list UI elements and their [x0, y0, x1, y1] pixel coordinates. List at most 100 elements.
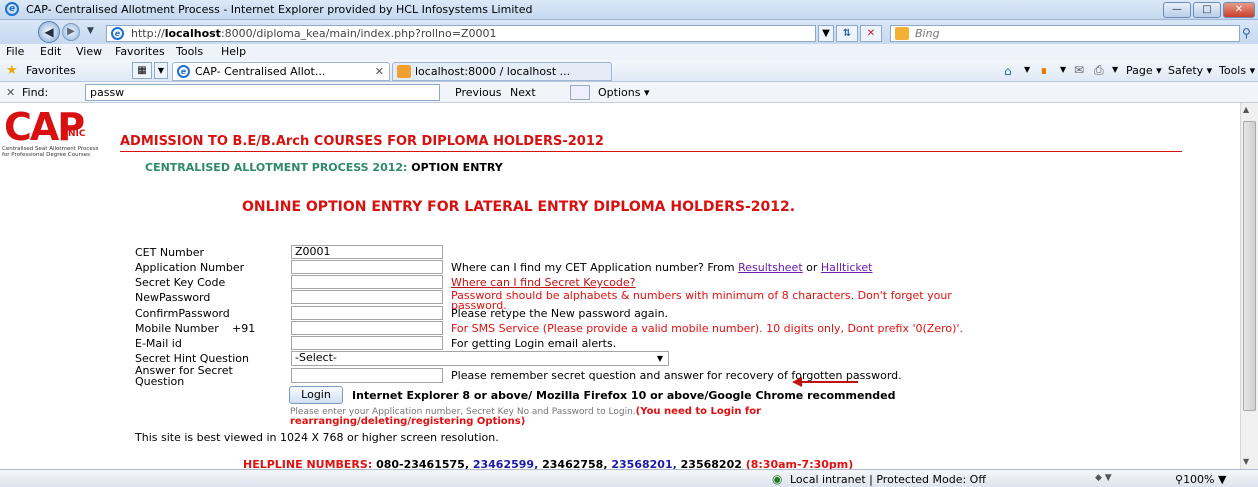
search-icon[interactable]: ⚲: [1242, 26, 1251, 40]
tab-localhost-label: localhost:8000 / localhost ...: [415, 65, 571, 78]
password-hint-1: Password should be alphabets & numbers w…: [451, 289, 952, 302]
minimize-button[interactable]: —: [1163, 2, 1191, 18]
page-heading: ADMISSION TO B.E/B.Arch COURSES FOR DIPL…: [120, 134, 604, 149]
find-label: Find:: [22, 86, 49, 99]
stop-button[interactable]: ✕: [860, 25, 882, 42]
print-dropdown-icon[interactable]: ▼: [1112, 65, 1118, 74]
subheading-value: OPTION ENTRY: [411, 161, 503, 174]
resultsheet-link[interactable]: Resultsheet: [738, 261, 803, 274]
application-number-label: Application Number: [135, 261, 245, 274]
find-options-button[interactable]: Options ▾: [598, 86, 649, 99]
helpline-number-2: 23462599,: [472, 458, 539, 469]
address-dropdown-button[interactable]: ▼: [818, 25, 834, 42]
vertical-scrollbar[interactable]: ▲ ▼: [1240, 103, 1258, 469]
new-password-input[interactable]: [291, 290, 443, 304]
application-hint-or: or: [802, 261, 821, 274]
arrow-left-icon: [792, 377, 858, 387]
confirm-password-label: ConfirmPassword: [135, 307, 230, 320]
answer-label-2: Question: [135, 375, 185, 388]
confirm-password-input[interactable]: [291, 306, 443, 320]
subheading: CENTRALISED ALLOTMENT PROCESS 2012: OPTI…: [145, 161, 503, 174]
zoom-level[interactable]: ⚲100% ▼: [1175, 473, 1226, 486]
menu-view[interactable]: View: [76, 45, 102, 58]
history-dropdown-icon[interactable]: ▼: [87, 26, 94, 36]
tab-cap[interactable]: e CAP- Centralised Allot... ✕: [172, 62, 390, 81]
menu-edit[interactable]: Edit: [40, 45, 61, 58]
login-note-red-2: rearranging/deleting/registering Options…: [290, 416, 526, 427]
tab-list-button[interactable]: ▼: [154, 62, 168, 79]
forward-button[interactable]: ▶: [62, 23, 80, 41]
confirm-password-hint: Please retype the New password again.: [451, 307, 669, 320]
email-hint: For getting Login email alerts.: [451, 337, 617, 350]
page-menu[interactable]: Page ▾: [1126, 64, 1162, 77]
find-previous-button[interactable]: Previous: [455, 86, 502, 99]
logo-nic: NIC: [68, 129, 86, 139]
mail-icon[interactable]: ✉: [1074, 63, 1084, 77]
protected-mode-icon[interactable]: ◆ ▼: [1095, 473, 1112, 483]
back-button[interactable]: ◀: [38, 21, 60, 43]
menu-tools[interactable]: Tools: [176, 45, 203, 58]
new-password-label: NewPassword: [135, 291, 211, 304]
helpline-numbers: HELPLINE NUMBERS: 080-23461575, 23462599…: [243, 458, 853, 469]
login-button[interactable]: Login: [289, 386, 343, 404]
security-zone-text: Local intranet | Protected Mode: Off: [790, 473, 986, 486]
page-content: CAP NIC Centralised Seat Allotment Proce…: [0, 103, 1240, 469]
favorites-star-icon: ★: [6, 63, 18, 78]
scroll-up-icon[interactable]: ▲: [1243, 105, 1249, 114]
window-title: CAP- Centralised Allotment Process - Int…: [26, 3, 533, 16]
close-window-button[interactable]: ✕: [1223, 2, 1255, 18]
scrollbar-thumb[interactable]: [1243, 121, 1256, 411]
search-placeholder: Bing: [915, 27, 940, 40]
form-title: ONLINE OPTION ENTRY FOR LATERAL ENTRY DI…: [242, 199, 796, 215]
resolution-note: This site is best viewed in 1024 X 768 o…: [135, 431, 499, 444]
secret-key-input[interactable]: [291, 275, 443, 289]
favorites-button[interactable]: Favorites: [26, 64, 76, 77]
search-box[interactable]: Bing: [890, 25, 1240, 42]
window-titlebar: e CAP- Centralised Allotment Process - I…: [0, 0, 1258, 20]
cet-number-input[interactable]: Z0001: [291, 245, 443, 259]
maximize-button[interactable]: □: [1193, 2, 1221, 18]
bing-icon: [895, 27, 909, 40]
safety-menu[interactable]: Safety ▾: [1168, 64, 1212, 77]
zoom-value: 100%: [1183, 473, 1215, 486]
refresh-button[interactable]: ⇅: [836, 25, 858, 42]
close-find-icon[interactable]: ✕: [6, 86, 15, 99]
close-tab-icon[interactable]: ✕: [375, 63, 384, 80]
menu-file[interactable]: File: [6, 45, 24, 58]
menu-bar: File Edit View Favorites Tools Help: [0, 44, 1258, 60]
find-input[interactable]: passw: [85, 84, 440, 101]
email-input[interactable]: [291, 336, 443, 350]
application-number-input[interactable]: [291, 260, 443, 274]
mobile-prefix: +91: [232, 322, 256, 335]
url-rest: :8000/diploma_kea/main/index.php?rollno=…: [220, 27, 497, 40]
home-dropdown-icon[interactable]: ▼: [1024, 65, 1030, 74]
feeds-dropdown-icon[interactable]: ▼: [1060, 65, 1066, 74]
tab-cap-label: CAP- Centralised Allot...: [195, 65, 326, 78]
secret-answer-input[interactable]: [291, 368, 443, 383]
find-next-button[interactable]: Next: [510, 86, 536, 99]
tab-localhost[interactable]: localhost:8000 / localhost ...: [392, 62, 612, 81]
phpmyadmin-icon: [397, 65, 411, 78]
helpline-label: HELPLINE NUMBERS:: [243, 458, 373, 469]
home-icon[interactable]: ⌂: [1004, 64, 1012, 78]
hallticket-link[interactable]: Hallticket: [821, 261, 873, 274]
url-host: localhost: [164, 27, 221, 40]
scroll-down-icon[interactable]: ▼: [1243, 457, 1249, 466]
safety-menu-label: Safety: [1168, 64, 1204, 77]
secret-key-help-link[interactable]: Where can I find Secret Keycode?: [451, 276, 636, 289]
quick-tabs-button[interactable]: ▦: [132, 62, 152, 79]
print-icon[interactable]: ⎙: [1094, 63, 1104, 78]
logo-cap: CAP: [4, 105, 85, 149]
helpline-number-1: 080-23461575,: [376, 458, 469, 469]
menu-help[interactable]: Help: [221, 45, 246, 58]
url-prefix: http://: [131, 27, 165, 40]
mobile-number-input[interactable]: [291, 321, 443, 335]
hint-question-select[interactable]: -Select- ▼: [291, 351, 669, 366]
email-label: E-Mail id: [135, 337, 182, 350]
highlight-icon[interactable]: [570, 85, 590, 100]
tools-menu-label: Tools: [1219, 64, 1247, 77]
tools-menu[interactable]: Tools ▾: [1219, 64, 1255, 77]
address-bar[interactable]: e http://localhost:8000/diploma_kea/main…: [106, 25, 816, 42]
menu-favorites[interactable]: Favorites: [115, 45, 165, 58]
feeds-icon[interactable]: ∎: [1040, 63, 1048, 77]
